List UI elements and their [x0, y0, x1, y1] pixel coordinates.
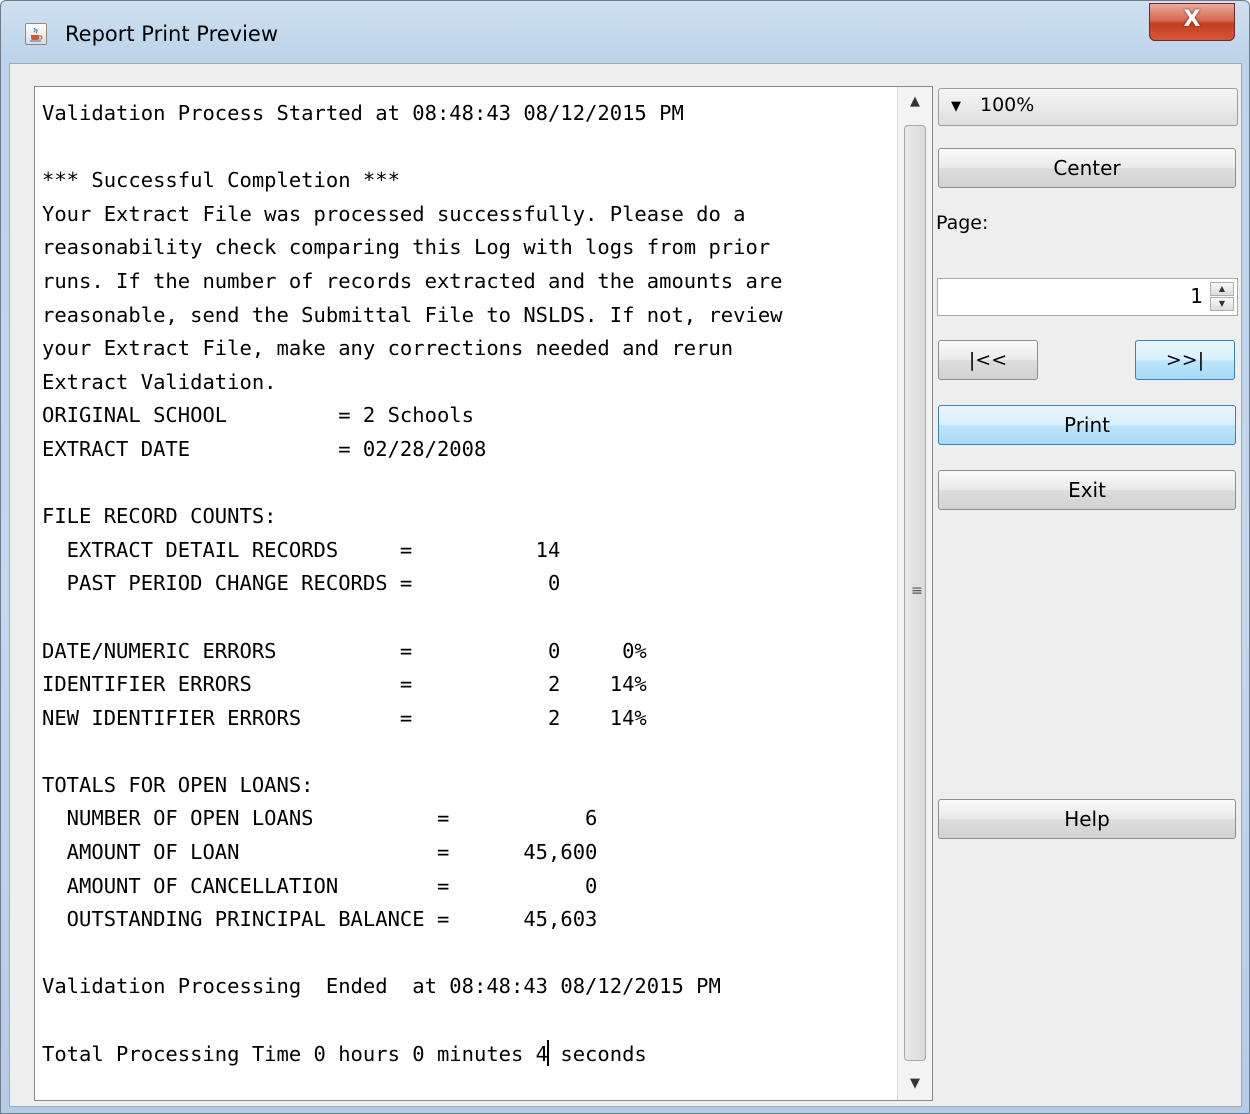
page-label: Page: — [936, 212, 989, 234]
report-line: Your Extract File was processed successf… — [42, 201, 746, 226]
report-line: NUMBER OF OPEN LOANS = 6 — [66, 806, 598, 831]
scroll-thumb[interactable]: ≡ — [904, 125, 926, 1061]
triangle-up-icon: ▲ — [910, 94, 920, 109]
report-line: *** Successful Completion *** — [42, 168, 400, 193]
help-button[interactable]: Help — [938, 799, 1236, 839]
client-area: Validation Process Started at 08:48:43 0… — [9, 63, 1242, 1107]
center-button[interactable]: Center — [938, 148, 1236, 188]
report-log-text: Validation Process Started at 08:48:43 0… — [42, 97, 783, 1071]
grip-icon: ≡ — [911, 583, 923, 599]
exit-button[interactable]: Exit — [938, 470, 1236, 510]
report-line: IDENTIFIER ERRORS = 2 14% — [42, 672, 647, 697]
spinner-buttons: ▲ ▼ — [1210, 282, 1234, 312]
close-button[interactable]: X — [1149, 3, 1235, 41]
report-line: reasonable, send the Submittal File to N… — [42, 302, 783, 327]
scroll-down-button[interactable]: ▼ — [898, 1069, 932, 1099]
vertical-scrollbar[interactable]: ▲ ≡ ▼ — [897, 87, 932, 1100]
report-print-preview-window: Report Print Preview X Validation Proces… — [0, 0, 1250, 1114]
print-button[interactable]: Print — [938, 405, 1236, 445]
total-time-line: Total Processing Time 0 hours 0 minutes … — [42, 1041, 549, 1066]
report-lines: Validation Process Started at 08:48:43 0… — [42, 101, 783, 998]
spinner-down-button[interactable]: ▼ — [1210, 297, 1234, 311]
close-icon: X — [1183, 7, 1201, 32]
report-line: OUTSTANDING PRINCIPAL BALANCE = 45,603 — [66, 907, 598, 932]
first-page-button[interactable]: |<< — [938, 340, 1038, 380]
page-spinner[interactable]: 1 ▲ ▼ — [937, 278, 1238, 316]
report-line: PAST PERIOD CHANGE RECORDS = 0 — [66, 571, 561, 596]
report-line: EXTRACT DATE = 02/28/2008 — [42, 436, 487, 461]
report-line: your Extract File, make any corrections … — [42, 336, 734, 361]
page-number-input[interactable]: 1 — [1190, 284, 1203, 308]
zoom-dropdown[interactable]: ▼ 100% — [938, 88, 1238, 126]
report-line: AMOUNT OF LOAN = 45,600 — [66, 840, 598, 865]
report-line: TOTALS FOR OPEN LOANS: — [42, 772, 314, 797]
total-time-line-end: seconds — [548, 1041, 647, 1066]
scroll-up-button[interactable]: ▲ — [898, 87, 932, 117]
report-line: EXTRACT DETAIL RECORDS = 14 — [66, 537, 561, 562]
report-line: FILE RECORD COUNTS: — [42, 504, 277, 529]
triangle-down-icon: ▼ — [951, 99, 961, 114]
report-line: reasonability check comparing this Log w… — [42, 235, 771, 260]
spinner-up-button[interactable]: ▲ — [1210, 282, 1234, 296]
control-panel: ▼ 100% Center Page: 1 ▲ ▼ |<< >>| Print … — [936, 64, 1243, 1104]
report-line: Validation Process Started at 08:48:43 0… — [42, 101, 684, 125]
zoom-value: 100% — [980, 94, 1035, 116]
report-line: AMOUNT OF CANCELLATION = 0 — [66, 873, 598, 898]
title-bar[interactable]: Report Print Preview X — [1, 1, 1249, 63]
report-line: DATE/NUMERIC ERRORS = 0 0% — [42, 638, 647, 663]
report-preview-pane[interactable]: Validation Process Started at 08:48:43 0… — [34, 86, 933, 1101]
java-cup-icon — [25, 23, 47, 45]
triangle-down-icon: ▼ — [910, 1076, 920, 1091]
report-line: Validation Processing Ended at 08:48:43 … — [42, 974, 721, 999]
report-line: runs. If the number of records extracted… — [42, 268, 783, 293]
window-title: Report Print Preview — [65, 22, 279, 46]
report-line: ORIGINAL SCHOOL = 2 Schools — [42, 403, 474, 428]
report-line: NEW IDENTIFIER ERRORS = 2 14% — [42, 705, 647, 730]
last-page-button[interactable]: >>| — [1135, 340, 1235, 380]
report-line: Extract Validation. — [42, 369, 277, 394]
